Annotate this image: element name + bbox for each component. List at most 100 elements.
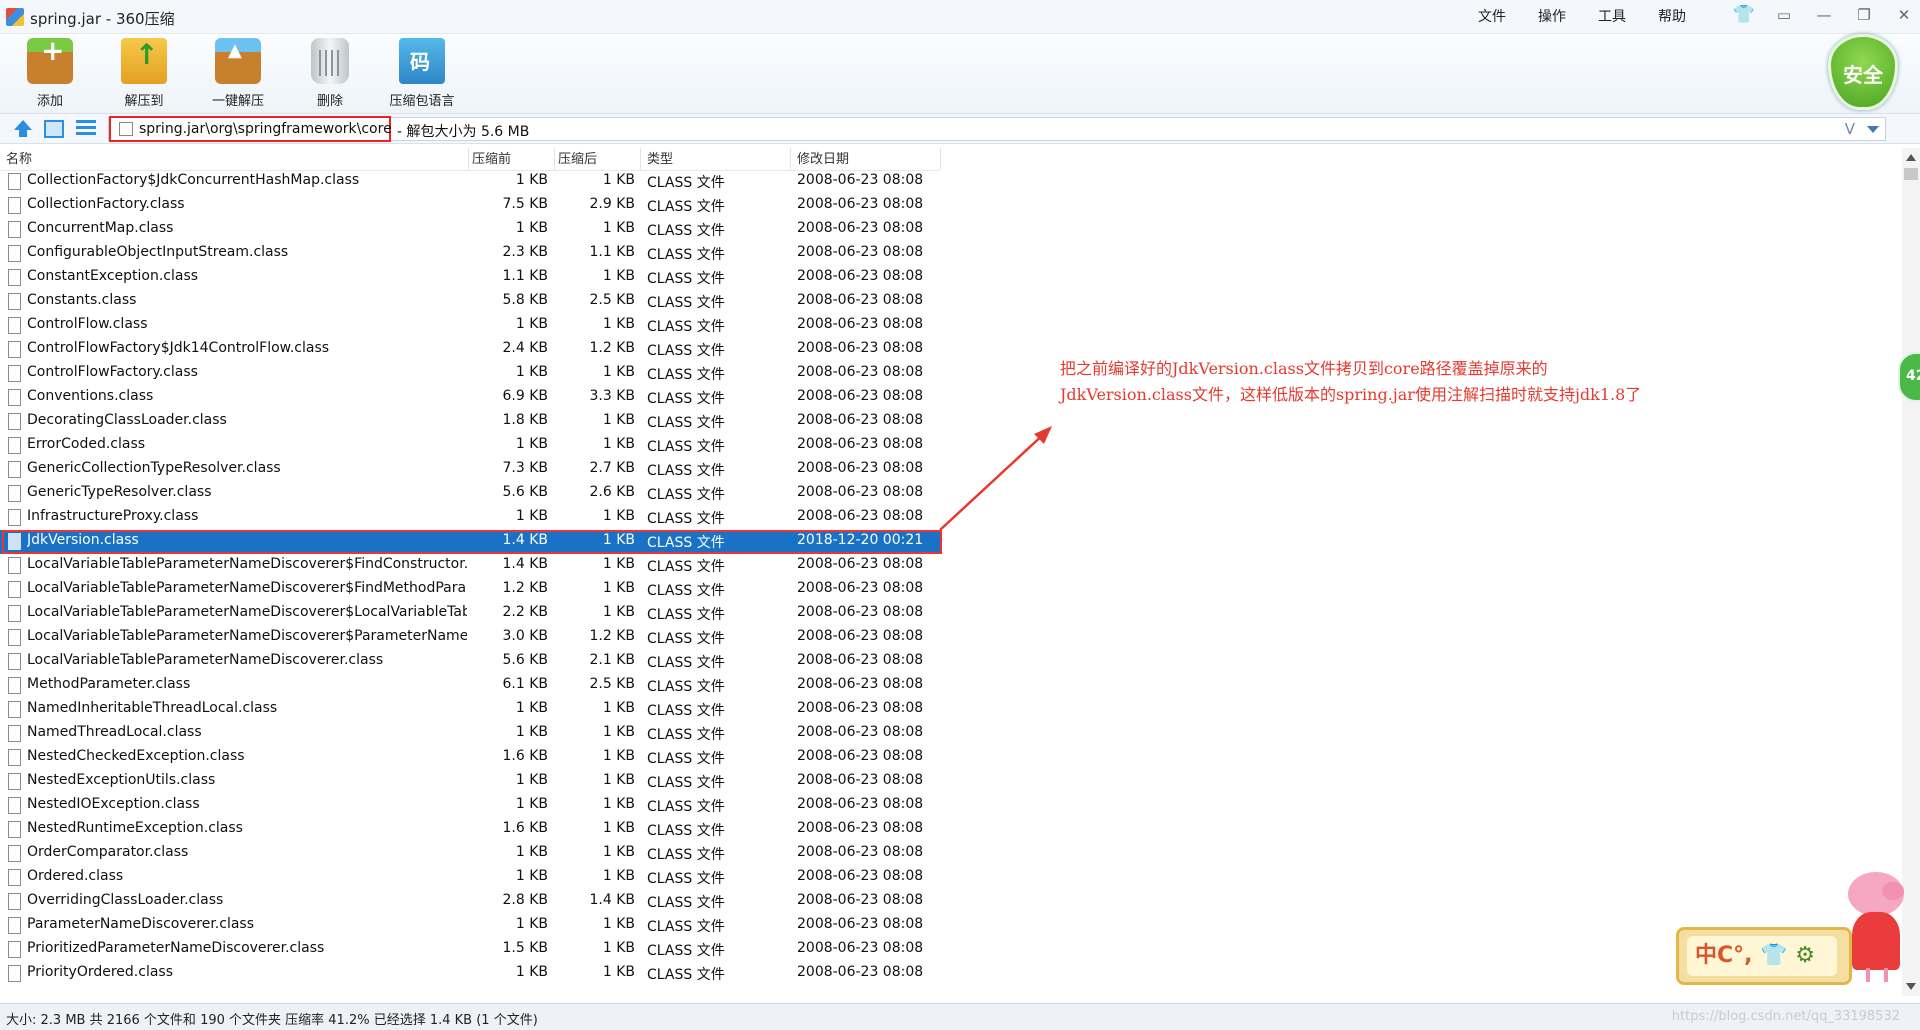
file-packed-size: 1 KB: [602, 604, 635, 620]
column-separator[interactable]: [940, 148, 941, 170]
menu-help[interactable]: 帮助: [1642, 6, 1702, 26]
file-icon: [8, 437, 21, 454]
table-row[interactable]: PriorityOrdered.class 1 KB 1 KB CLASS 文件 200…: [0, 962, 940, 986]
file-packed-size: 2.9 KB: [589, 196, 636, 212]
menu-operate[interactable]: 操作: [1522, 6, 1582, 26]
file-size: 5.6 KB: [502, 652, 549, 668]
table-row[interactable]: InfrastructureProxy.class 1 KB 1 KB CLASS 文…: [0, 506, 940, 530]
file-list[interactable]: CollectionFactory$JdkConcurrentHashMap.c…: [0, 170, 1902, 996]
table-row[interactable]: LocalVariableTableParameterNameDiscovere…: [0, 626, 940, 650]
file-packed-size: 1 KB: [602, 748, 635, 764]
column-separator[interactable]: [790, 148, 791, 170]
table-row[interactable]: NestedCheckedException.class 1.6 KB 1 KB CL…: [0, 746, 940, 770]
table-row[interactable]: ConstantException.class 1.1 KB 1 KB CLASS 文…: [0, 266, 940, 290]
table-row-selected[interactable]: JdkVersion.class 1.4 KB 1 KB CLASS 文件 2018-1…: [0, 530, 940, 554]
table-row[interactable]: ConfigurableObjectInputStream.class 2.3 K…: [0, 242, 940, 266]
table-row[interactable]: Ordered.class 1 KB 1 KB CLASS 文件 2008-06-23 …: [0, 866, 940, 890]
column-separator[interactable]: [640, 148, 641, 170]
window-controls: 👕 ▭ — ❐ ✕: [1724, 4, 1920, 28]
table-row[interactable]: MethodParameter.class 6.1 KB 2.5 KB CLASS 文…: [0, 674, 940, 698]
menu-file[interactable]: 文件: [1462, 6, 1522, 26]
add-button[interactable]: 添加: [10, 34, 90, 109]
file-size: 1.4 KB: [502, 556, 549, 572]
scroll-down-icon[interactable]: [1906, 983, 1916, 990]
thumbnail-view-icon[interactable]: [44, 120, 64, 138]
table-row[interactable]: ParameterNameDiscoverer.class 1 KB 1 KB CLA…: [0, 914, 940, 938]
ime-gear-icon[interactable]: ⚙: [1795, 943, 1815, 968]
table-row[interactable]: NamedInheritableThreadLocal.class 1 KB 1 K…: [0, 698, 940, 722]
side-float-badge[interactable]: 42: [1898, 352, 1920, 402]
table-row[interactable]: OverridingClassLoader.class 2.8 KB 1.4 KB C…: [0, 890, 940, 914]
table-row[interactable]: OrderComparator.class 1 KB 1 KB CLASS 文件 200…: [0, 842, 940, 866]
close-icon[interactable]: ✕: [1884, 4, 1920, 28]
column-date[interactable]: 修改日期: [797, 148, 849, 170]
file-size: 1 KB: [515, 700, 548, 716]
file-packed-size: 1 KB: [602, 820, 635, 836]
table-row[interactable]: NestedRuntimeException.class 1.6 KB 1 KB CL…: [0, 818, 940, 842]
file-date: 2008-06-23 08:08: [797, 268, 924, 284]
table-row[interactable]: GenericTypeResolver.class 5.6 KB 2.6 KB CLA…: [0, 482, 940, 506]
file-date: 2008-06-23 08:08: [797, 604, 924, 620]
table-row[interactable]: LocalVariableTableParameterNameDiscovere…: [0, 554, 940, 578]
column-size[interactable]: 压缩前: [472, 148, 511, 170]
scroll-up-icon[interactable]: [1906, 154, 1916, 161]
table-row[interactable]: Conventions.class 6.9 KB 3.3 KB CLASS 文件 200…: [0, 386, 940, 410]
file-type: CLASS 文件: [647, 319, 725, 335]
delete-button[interactable]: 删除: [290, 38, 370, 109]
table-row[interactable]: GenericCollectionTypeResolver.class 7.3 K…: [0, 458, 940, 482]
ime-shirt-icon[interactable]: 👕: [1760, 943, 1787, 968]
table-row[interactable]: CollectionFactory$JdkConcurrentHashMap.c…: [0, 170, 940, 194]
file-type: CLASS 文件: [647, 487, 725, 503]
column-type[interactable]: 类型: [647, 148, 673, 170]
table-row[interactable]: ConcurrentMap.class 1 KB 1 KB CLASS 文件 2008-…: [0, 218, 940, 242]
verify-icon[interactable]: V: [1845, 120, 1855, 138]
file-icon: [8, 965, 21, 982]
table-row[interactable]: LocalVariableTableParameterNameDiscovere…: [0, 578, 940, 602]
file-date: 2008-06-23 08:08: [797, 436, 924, 452]
feedback-icon[interactable]: ▭: [1764, 4, 1804, 28]
table-row[interactable]: NamedThreadLocal.class 1 KB 1 KB CLASS 文件 20…: [0, 722, 940, 746]
table-row[interactable]: DecoratingClassLoader.class 1.8 KB 1 KB CLA…: [0, 410, 940, 434]
vertical-scrollbar[interactable]: [1902, 148, 1920, 996]
file-name: ParameterNameDiscoverer.class: [27, 916, 255, 932]
table-row[interactable]: ControlFlowFactory.class 1 KB 1 KB CLASS 文件…: [0, 362, 940, 386]
path-field[interactable]: spring.jar\org\springframework\core - 解包…: [108, 116, 1886, 142]
extract-to-button[interactable]: 解压到: [104, 38, 184, 109]
table-row[interactable]: LocalVariableTableParameterNameDiscovere…: [0, 602, 940, 626]
table-row[interactable]: NestedIOException.class 1 KB 1 KB CLASS 文件 2…: [0, 794, 940, 818]
up-folder-icon[interactable]: [12, 120, 32, 138]
file-packed-size: 2.5 KB: [589, 676, 636, 692]
table-row[interactable]: ErrorCoded.class 1 KB 1 KB CLASS 文件 2008-06-…: [0, 434, 940, 458]
path-dropdown-icon[interactable]: [1867, 126, 1879, 133]
archive-language-button[interactable]: 压缩包语言: [382, 38, 462, 109]
restore-icon[interactable]: ❐: [1844, 4, 1884, 28]
window-title: spring.jar - 360压缩: [30, 10, 175, 28]
column-name[interactable]: 名称: [6, 148, 32, 170]
file-size: 1 KB: [515, 868, 548, 884]
file-date: 2008-06-23 08:08: [797, 196, 924, 212]
file-size: 1 KB: [515, 172, 548, 188]
table-row[interactable]: ControlFlowFactory$Jdk14ControlFlow.clas…: [0, 338, 940, 362]
ime-toolbar[interactable]: 中C°, 👕 ⚙: [1676, 927, 1852, 985]
table-row[interactable]: LocalVariableTableParameterNameDiscovere…: [0, 650, 940, 674]
file-size: 5.6 KB: [502, 484, 549, 500]
app-icon: [6, 8, 24, 26]
table-row[interactable]: ControlFlow.class 1 KB 1 KB CLASS 文件 2008-06…: [0, 314, 940, 338]
table-row[interactable]: PrioritizedParameterNameDiscoverer.class…: [0, 938, 940, 962]
minimize-icon[interactable]: —: [1804, 4, 1844, 28]
list-view-icon[interactable]: [76, 120, 96, 138]
menu-tools[interactable]: 工具: [1582, 6, 1642, 26]
one-key-extract-button[interactable]: 一键解压: [198, 38, 278, 109]
skin-icon[interactable]: 👕: [1724, 4, 1764, 28]
column-separator[interactable]: [554, 148, 555, 170]
column-separator[interactable]: [468, 148, 469, 170]
file-packed-size: 1.4 KB: [589, 892, 636, 908]
table-row[interactable]: NestedExceptionUtils.class 1 KB 1 KB CLASS …: [0, 770, 940, 794]
file-name: Ordered.class: [27, 868, 124, 884]
column-packed[interactable]: 压缩后: [558, 148, 597, 170]
file-size: 1 KB: [515, 436, 548, 452]
table-row[interactable]: CollectionFactory.class 7.5 KB 2.9 KB CLASS…: [0, 194, 940, 218]
scroll-thumb[interactable]: [1904, 168, 1918, 180]
table-row[interactable]: Constants.class 5.8 KB 2.5 KB CLASS 文件 2008-…: [0, 290, 940, 314]
mascot-pig-icon: [1840, 872, 1910, 984]
